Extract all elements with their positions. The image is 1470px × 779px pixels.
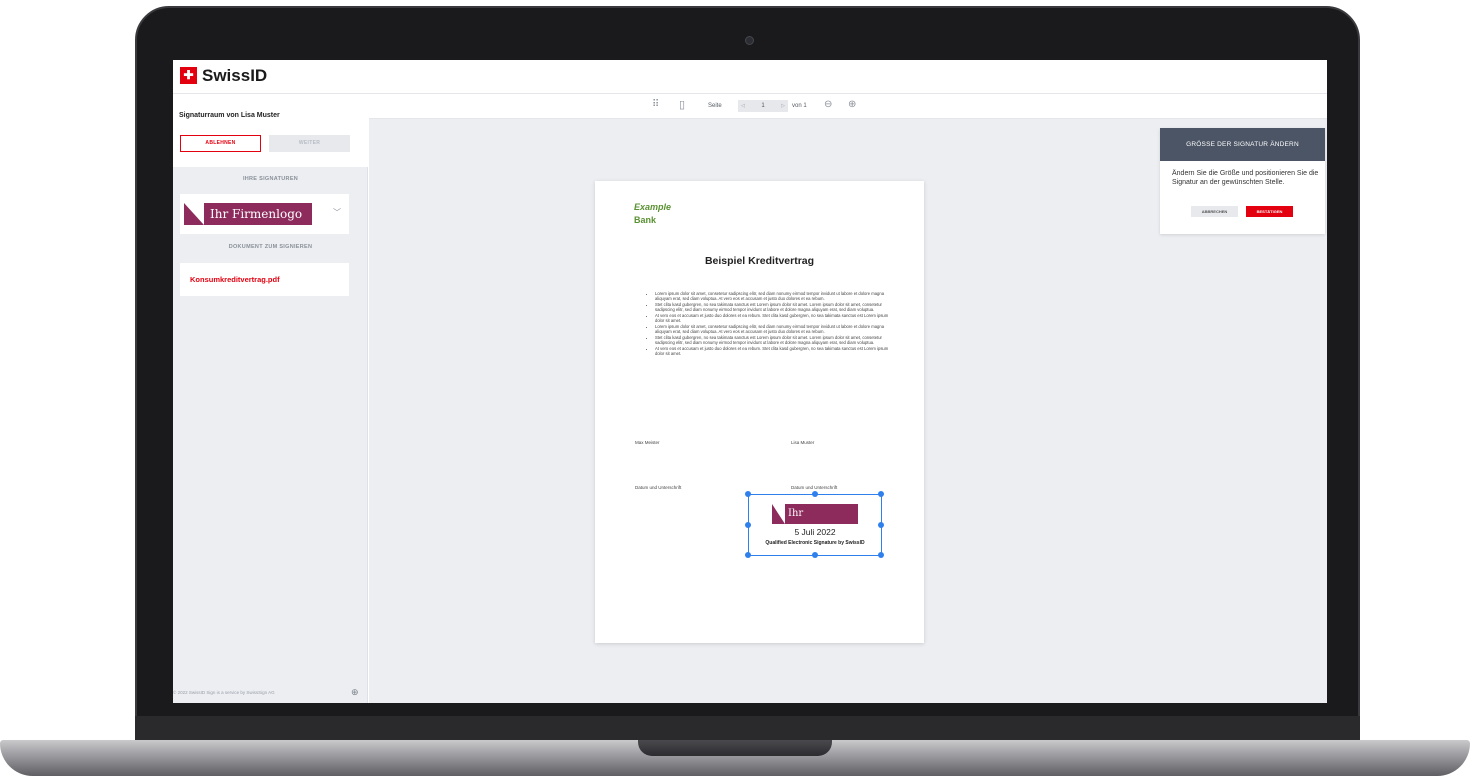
page-label: Seite — [708, 103, 722, 109]
document-heading: DOKUMENT ZUM SIGNIEREN — [228, 244, 313, 250]
resize-handle[interactable] — [745, 522, 751, 528]
resize-panel-heading: GRÖSSE DER SIGNATUR ÄNDERN — [1160, 128, 1325, 161]
signer-left: Max Meister — [635, 440, 660, 445]
grid-view-icon[interactable]: ⠿ — [652, 99, 659, 110]
signer-right: Lisa Muster — [791, 440, 815, 445]
list-item: Stet clita kasd gubergren, no sea takima… — [655, 335, 895, 345]
resize-handle[interactable] — [878, 522, 884, 528]
list-item: At vero eos et accusam et justo duo dolo… — [655, 346, 895, 356]
resize-handle[interactable] — [878, 552, 884, 558]
app-header: ✚ SwissID — [173, 60, 1327, 94]
zoom-out-icon[interactable]: ⊖ — [824, 99, 832, 110]
placed-signature-box[interactable]: Ihr Firmenlogo 5 Juli 2022 Qualified Ele… — [745, 491, 884, 558]
bank-name-line2: Bank — [634, 215, 657, 225]
document-viewer: ⠿ ▯ Seite ◁ 1 ▷ von 1 ⊖ ⊕ Example Bank B… — [369, 95, 1327, 703]
bullet-list: Lorem ipsum dolor sit amet, consetetur s… — [655, 291, 895, 356]
list-item: Lorem ipsum dolor sit amet, consetetur s… — [655, 324, 895, 334]
screen: ✚ SwissID Signaturraum von Lisa Muster A… — [173, 60, 1327, 703]
resize-handle[interactable] — [878, 491, 884, 497]
prev-page-icon[interactable]: ◁ — [738, 100, 745, 112]
room-header: Signaturraum von Lisa Muster ABLEHNEN WE… — [173, 95, 368, 167]
resize-handle[interactable] — [745, 552, 751, 558]
app-logo-text[interactable]: SwissID — [202, 66, 267, 86]
laptop-hinge — [135, 716, 1360, 742]
next-button[interactable]: WEITER — [269, 135, 350, 152]
room-title: Signaturraum von Lisa Muster — [179, 112, 280, 119]
camera-icon — [745, 36, 754, 45]
of-pages-label: von 1 — [792, 103, 807, 109]
footer-text: © 2022 SwissID Sign is a service by Swis… — [173, 690, 275, 695]
resize-panel-text: Ändern Sie die Größe und positionieren S… — [1172, 170, 1319, 186]
page-number-input[interactable]: ◁ 1 ▷ — [738, 100, 788, 112]
date-signature-right: Datum und Unterschrift — [791, 485, 838, 490]
globe-icon[interactable]: ⊕ — [351, 687, 359, 698]
resize-handle[interactable] — [812, 552, 818, 558]
signature-selector[interactable]: Ihr Firmenlogo ﹀ — [180, 194, 349, 234]
chevron-down-icon[interactable]: ﹀ — [333, 207, 341, 218]
confirm-button[interactable]: BESTÄTIGEN — [1246, 206, 1293, 217]
bank-name-line1: Example — [634, 202, 672, 212]
swiss-cross-icon: ✚ — [180, 67, 197, 84]
resize-handle[interactable] — [745, 491, 751, 497]
document-page: Example Bank Beispiel Kreditvertrag Lore… — [595, 181, 924, 643]
list-item: At vero eos et accusam et justo duo dolo… — [655, 313, 895, 323]
document-title: Beispiel Kreditvertrag — [704, 255, 815, 267]
decline-button[interactable]: ABLEHNEN — [180, 135, 261, 152]
signature-date: 5 Juli 2022 — [794, 527, 836, 537]
resize-handle[interactable] — [812, 491, 818, 497]
document-link[interactable]: Konsumkreditvertrag.pdf — [190, 275, 280, 284]
signature-caption: Qualified Electronic Signature by SwissI… — [765, 540, 865, 546]
single-page-icon[interactable]: ▯ — [679, 98, 685, 111]
cancel-button[interactable]: ABBRECHEN — [1191, 206, 1238, 217]
sidebar: Signaturraum von Lisa Muster ABLEHNEN WE… — [173, 95, 368, 703]
document-list-item[interactable]: Konsumkreditvertrag.pdf — [180, 263, 349, 296]
list-item: Stet clita kasd gubergren, no sea takima… — [655, 302, 895, 312]
list-item: Lorem ipsum dolor sit amet, consetetur s… — [655, 291, 895, 301]
date-signature-left: Datum und Unterschrift — [635, 485, 682, 490]
laptop-notch — [638, 740, 832, 756]
zoom-in-icon[interactable]: ⊕ — [848, 99, 856, 110]
page-number: 1 — [761, 103, 765, 109]
viewer-toolbar: ⠿ ▯ Seite ◁ 1 ▷ von 1 ⊖ ⊕ — [369, 95, 1327, 119]
next-page-icon[interactable]: ▷ — [781, 100, 788, 112]
resize-signature-panel: GRÖSSE DER SIGNATUR ÄNDERN Ändern Sie di… — [1160, 128, 1325, 234]
signatures-heading: IHRE SIGNATUREN — [242, 176, 299, 182]
